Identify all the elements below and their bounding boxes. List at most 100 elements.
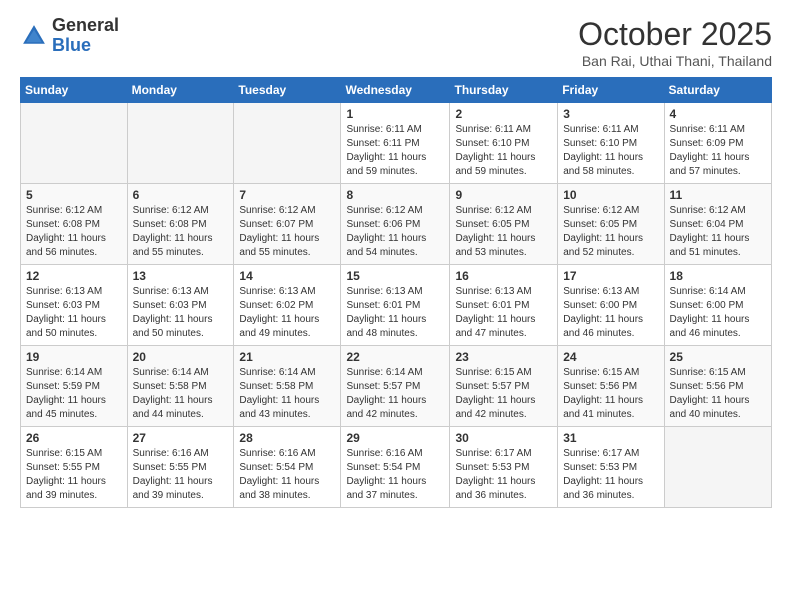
day-number: 27	[133, 431, 229, 445]
day-info: Sunrise: 6:16 AM Sunset: 5:54 PM Dayligh…	[239, 447, 335, 503]
day-info: Sunrise: 6:15 AM Sunset: 5:57 PM Dayligh…	[455, 366, 552, 422]
calendar-cell: 8 Sunrise: 6:12 AM Sunset: 6:06 PM Daylig…	[341, 184, 450, 265]
day-number: 10	[563, 188, 658, 202]
header-wednesday: Wednesday	[341, 78, 450, 103]
calendar-cell	[664, 427, 771, 508]
calendar-table: Sunday Monday Tuesday Wednesday Thursday…	[20, 77, 772, 508]
weekday-header-row: Sunday Monday Tuesday Wednesday Thursday…	[21, 78, 772, 103]
calendar-cell: 16 Sunrise: 6:13 AM Sunset: 6:01 PM Dayli…	[450, 265, 558, 346]
day-number: 30	[455, 431, 552, 445]
day-number: 2	[455, 107, 552, 121]
header-sunday: Sunday	[21, 78, 128, 103]
day-info: Sunrise: 6:17 AM Sunset: 5:53 PM Dayligh…	[563, 447, 658, 503]
calendar-cell: 23 Sunrise: 6:15 AM Sunset: 5:57 PM Dayli…	[450, 346, 558, 427]
logo-text: General Blue	[52, 16, 119, 56]
calendar-cell: 24 Sunrise: 6:15 AM Sunset: 5:56 PM Dayli…	[558, 346, 664, 427]
calendar-cell: 27 Sunrise: 6:16 AM Sunset: 5:55 PM Dayli…	[127, 427, 234, 508]
calendar-cell: 25 Sunrise: 6:15 AM Sunset: 5:56 PM Dayli…	[664, 346, 771, 427]
header-monday: Monday	[127, 78, 234, 103]
calendar-cell: 9 Sunrise: 6:12 AM Sunset: 6:05 PM Daylig…	[450, 184, 558, 265]
calendar-cell: 18 Sunrise: 6:14 AM Sunset: 6:00 PM Dayli…	[664, 265, 771, 346]
calendar-cell: 5 Sunrise: 6:12 AM Sunset: 6:08 PM Daylig…	[21, 184, 128, 265]
calendar-cell: 30 Sunrise: 6:17 AM Sunset: 5:53 PM Dayli…	[450, 427, 558, 508]
calendar-cell: 1 Sunrise: 6:11 AM Sunset: 6:11 PM Daylig…	[341, 103, 450, 184]
day-info: Sunrise: 6:12 AM Sunset: 6:05 PM Dayligh…	[455, 204, 552, 260]
calendar-week-2: 5 Sunrise: 6:12 AM Sunset: 6:08 PM Daylig…	[21, 184, 772, 265]
day-info: Sunrise: 6:14 AM Sunset: 6:00 PM Dayligh…	[670, 285, 766, 341]
logo-icon	[20, 22, 48, 50]
day-number: 12	[26, 269, 122, 283]
day-info: Sunrise: 6:13 AM Sunset: 6:02 PM Dayligh…	[239, 285, 335, 341]
day-info: Sunrise: 6:12 AM Sunset: 6:08 PM Dayligh…	[26, 204, 122, 260]
day-info: Sunrise: 6:14 AM Sunset: 5:58 PM Dayligh…	[239, 366, 335, 422]
logo: General Blue	[20, 16, 119, 56]
calendar-cell: 19 Sunrise: 6:14 AM Sunset: 5:59 PM Dayli…	[21, 346, 128, 427]
calendar-cell: 6Sunrise: 6:12 AM Sunset: 6:08 PM Daylig…	[127, 184, 234, 265]
day-number: 17	[563, 269, 658, 283]
calendar-cell	[234, 103, 341, 184]
calendar-cell: 4 Sunrise: 6:11 AM Sunset: 6:09 PM Daylig…	[664, 103, 771, 184]
calendar-cell: 21 Sunrise: 6:14 AM Sunset: 5:58 PM Dayli…	[234, 346, 341, 427]
day-number: 5	[26, 188, 122, 202]
day-info: Sunrise: 6:13 AM Sunset: 6:00 PM Dayligh…	[563, 285, 658, 341]
day-info: Sunrise: 6:13 AM Sunset: 6:03 PM Dayligh…	[133, 285, 229, 341]
day-info: Sunrise: 6:13 AM Sunset: 6:01 PM Dayligh…	[455, 285, 552, 341]
logo-general: General	[52, 15, 119, 35]
day-number: 24	[563, 350, 658, 364]
day-info: Sunrise: 6:11 AM Sunset: 6:10 PM Dayligh…	[563, 123, 658, 179]
day-number: 7	[239, 188, 335, 202]
calendar-cell: 20Sunrise: 6:14 AM Sunset: 5:58 PM Dayli…	[127, 346, 234, 427]
day-info: Sunrise: 6:15 AM Sunset: 5:56 PM Dayligh…	[670, 366, 766, 422]
day-info: Sunrise: 6:13 AM Sunset: 6:01 PM Dayligh…	[346, 285, 444, 341]
calendar-cell: 2 Sunrise: 6:11 AM Sunset: 6:10 PM Daylig…	[450, 103, 558, 184]
day-number: 26	[26, 431, 122, 445]
day-info: Sunrise: 6:12 AM Sunset: 6:04 PM Dayligh…	[670, 204, 766, 260]
day-info: Sunrise: 6:11 AM Sunset: 6:11 PM Dayligh…	[346, 123, 444, 179]
calendar-cell: 17 Sunrise: 6:13 AM Sunset: 6:00 PM Dayli…	[558, 265, 664, 346]
day-number: 29	[346, 431, 444, 445]
calendar-cell: 12 Sunrise: 6:13 AM Sunset: 6:03 PM Dayli…	[21, 265, 128, 346]
day-info: Sunrise: 6:14 AM Sunset: 5:59 PM Dayligh…	[26, 366, 122, 422]
day-number: 9	[455, 188, 552, 202]
calendar-cell: 15Sunrise: 6:13 AM Sunset: 6:01 PM Dayli…	[341, 265, 450, 346]
location-subtitle: Ban Rai, Uthai Thani, Thailand	[578, 53, 772, 69]
calendar-cell: 10Sunrise: 6:12 AM Sunset: 6:05 PM Dayli…	[558, 184, 664, 265]
logo-blue: Blue	[52, 35, 91, 55]
day-info: Sunrise: 6:12 AM Sunset: 6:07 PM Dayligh…	[239, 204, 335, 260]
day-info: Sunrise: 6:12 AM Sunset: 6:06 PM Dayligh…	[346, 204, 444, 260]
day-number: 4	[670, 107, 766, 121]
calendar-cell: 13Sunrise: 6:13 AM Sunset: 6:03 PM Dayli…	[127, 265, 234, 346]
day-number: 18	[670, 269, 766, 283]
month-title: October 2025	[578, 16, 772, 53]
day-info: Sunrise: 6:11 AM Sunset: 6:10 PM Dayligh…	[455, 123, 552, 179]
day-number: 16	[455, 269, 552, 283]
calendar-week-5: 26Sunrise: 6:15 AM Sunset: 5:55 PM Dayli…	[21, 427, 772, 508]
calendar-cell: 31Sunrise: 6:17 AM Sunset: 5:53 PM Dayli…	[558, 427, 664, 508]
day-number: 8	[346, 188, 444, 202]
day-info: Sunrise: 6:15 AM Sunset: 5:56 PM Dayligh…	[563, 366, 658, 422]
day-info: Sunrise: 6:14 AM Sunset: 5:58 PM Dayligh…	[133, 366, 229, 422]
header-saturday: Saturday	[664, 78, 771, 103]
day-info: Sunrise: 6:16 AM Sunset: 5:54 PM Dayligh…	[346, 447, 444, 503]
day-number: 19	[26, 350, 122, 364]
calendar-cell: 28Sunrise: 6:16 AM Sunset: 5:54 PM Dayli…	[234, 427, 341, 508]
calendar-cell: 22Sunrise: 6:14 AM Sunset: 5:57 PM Dayli…	[341, 346, 450, 427]
day-number: 14	[239, 269, 335, 283]
calendar-week-1: 1 Sunrise: 6:11 AM Sunset: 6:11 PM Daylig…	[21, 103, 772, 184]
day-info: Sunrise: 6:17 AM Sunset: 5:53 PM Dayligh…	[455, 447, 552, 503]
calendar-week-4: 19 Sunrise: 6:14 AM Sunset: 5:59 PM Dayli…	[21, 346, 772, 427]
calendar-cell: 3Sunrise: 6:11 AM Sunset: 6:10 PM Daylig…	[558, 103, 664, 184]
header: General Blue October 2025 Ban Rai, Uthai…	[20, 16, 772, 69]
day-info: Sunrise: 6:13 AM Sunset: 6:03 PM Dayligh…	[26, 285, 122, 341]
day-number: 21	[239, 350, 335, 364]
day-info: Sunrise: 6:11 AM Sunset: 6:09 PM Dayligh…	[670, 123, 766, 179]
day-number: 22	[346, 350, 444, 364]
page-container: General Blue October 2025 Ban Rai, Uthai…	[0, 0, 792, 518]
calendar-cell: 11 Sunrise: 6:12 AM Sunset: 6:04 PM Dayli…	[664, 184, 771, 265]
day-number: 25	[670, 350, 766, 364]
day-info: Sunrise: 6:12 AM Sunset: 6:08 PM Dayligh…	[133, 204, 229, 260]
day-number: 11	[670, 188, 766, 202]
day-number: 1	[346, 107, 444, 121]
day-info: Sunrise: 6:16 AM Sunset: 5:55 PM Dayligh…	[133, 447, 229, 503]
day-number: 23	[455, 350, 552, 364]
